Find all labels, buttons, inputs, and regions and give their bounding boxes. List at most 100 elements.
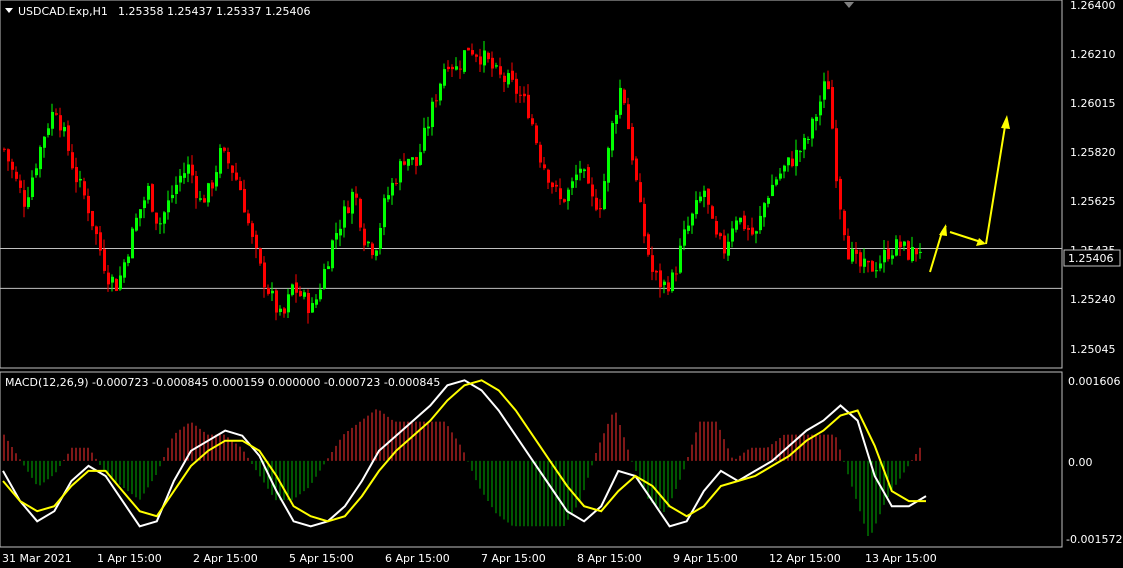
bull-candle xyxy=(851,249,854,262)
bear-candle xyxy=(347,207,350,213)
bear-candle xyxy=(195,176,198,199)
bull-candle xyxy=(327,266,330,270)
bear-candle xyxy=(587,167,590,184)
price-pane[interactable] xyxy=(0,0,1063,369)
time-tick: 9 Apr 15:00 xyxy=(673,552,738,565)
bull-candle xyxy=(39,147,42,170)
bear-candle xyxy=(23,190,26,207)
bear-candle xyxy=(551,182,554,188)
bear-candle xyxy=(631,126,634,161)
bear-candle xyxy=(747,228,750,230)
bull-candle xyxy=(619,87,622,115)
bull-candle xyxy=(687,225,690,231)
bear-candle xyxy=(743,215,746,230)
bear-candle xyxy=(655,270,658,273)
bear-candle xyxy=(559,188,562,200)
bull-candle xyxy=(903,241,906,246)
bear-candle xyxy=(275,290,278,313)
bear-candle xyxy=(87,195,90,214)
bull-candle xyxy=(875,270,878,272)
bear-candle xyxy=(711,206,714,219)
time-tick: 2 Apr 15:00 xyxy=(193,552,258,565)
time-tick: 6 Apr 15:00 xyxy=(385,552,450,565)
time-tick: 8 Apr 15:00 xyxy=(577,552,642,565)
bear-candle xyxy=(435,100,438,102)
bear-candle xyxy=(539,144,542,163)
bear-candle xyxy=(791,158,794,167)
bull-candle xyxy=(419,152,422,165)
bull-candle xyxy=(199,198,202,200)
macd-tick: 0.001606 xyxy=(1068,375,1121,388)
bull-candle xyxy=(823,81,826,100)
bear-candle xyxy=(643,203,646,237)
bear-candle xyxy=(523,93,526,97)
bear-candle xyxy=(3,148,6,150)
bull-candle xyxy=(79,178,82,181)
bear-candle xyxy=(635,158,638,181)
time-axis: 31 Mar 2021 1 Apr 15:00 2 Apr 15:00 5 Ap… xyxy=(2,552,937,565)
bull-candle xyxy=(455,66,458,70)
bear-candle xyxy=(591,184,594,197)
bull-candle xyxy=(803,137,806,150)
bull-candle xyxy=(799,151,802,153)
bull-candle xyxy=(279,308,282,313)
price-tick: 1.26400 xyxy=(1070,0,1116,12)
bear-candle xyxy=(363,228,366,246)
bear-candle xyxy=(107,272,110,285)
bear-candle xyxy=(547,169,550,183)
bear-candle xyxy=(839,178,842,210)
bear-candle xyxy=(627,104,630,130)
bear-candle xyxy=(231,165,234,173)
symbol-timeframe[interactable]: USDCAD.Exp,H1 xyxy=(18,5,108,18)
bear-candle xyxy=(675,273,678,275)
bull-candle xyxy=(331,240,334,269)
bull-candle xyxy=(683,229,686,246)
bull-candle xyxy=(135,217,138,231)
bull-candle xyxy=(127,256,130,264)
bull-candle xyxy=(759,215,762,231)
bear-candle xyxy=(719,233,722,237)
macd-tick: 0.00 xyxy=(1068,456,1093,469)
bull-candle xyxy=(319,289,322,300)
bull-candle xyxy=(483,50,486,66)
bear-candle xyxy=(475,54,478,57)
bull-candle xyxy=(779,173,782,179)
bear-candle xyxy=(623,89,626,104)
macd-label: MACD(12,26,9) -0.000723 -0.000845 0.0001… xyxy=(5,376,440,389)
bull-candle xyxy=(175,184,178,194)
bull-candle xyxy=(731,228,734,242)
bull-candle xyxy=(111,276,114,283)
bull-candle xyxy=(795,149,798,167)
bull-candle xyxy=(35,168,38,176)
bull-candle xyxy=(335,233,338,240)
bull-candle xyxy=(699,196,702,202)
bull-candle xyxy=(339,228,342,236)
bull-candle xyxy=(147,185,150,200)
bear-candle xyxy=(647,234,650,255)
bear-candle xyxy=(831,87,834,129)
bear-candle xyxy=(203,198,206,203)
bear-candle xyxy=(527,94,530,118)
bear-candle xyxy=(67,125,70,151)
trading-chart[interactable]: USDCAD.Exp,H1 1.25358 1.25437 1.25337 1.… xyxy=(0,0,1123,568)
bull-candle xyxy=(463,50,466,72)
bear-candle xyxy=(7,149,10,162)
bear-candle xyxy=(263,262,266,288)
bull-candle xyxy=(323,268,326,289)
bull-candle xyxy=(423,127,426,151)
bull-candle xyxy=(431,101,434,128)
bear-candle xyxy=(479,56,482,65)
bull-candle xyxy=(767,197,770,204)
bear-candle xyxy=(415,157,418,166)
bull-candle xyxy=(603,181,606,210)
bull-candle xyxy=(427,126,430,129)
bull-candle xyxy=(179,175,182,183)
bear-candle xyxy=(75,166,78,183)
bear-candle xyxy=(307,293,310,314)
bull-candle xyxy=(811,118,814,139)
time-tick: 5 Apr 15:00 xyxy=(289,552,354,565)
bear-candle xyxy=(59,115,62,131)
bull-candle xyxy=(291,284,294,295)
bear-candle xyxy=(459,68,462,70)
bear-candle xyxy=(103,249,106,271)
